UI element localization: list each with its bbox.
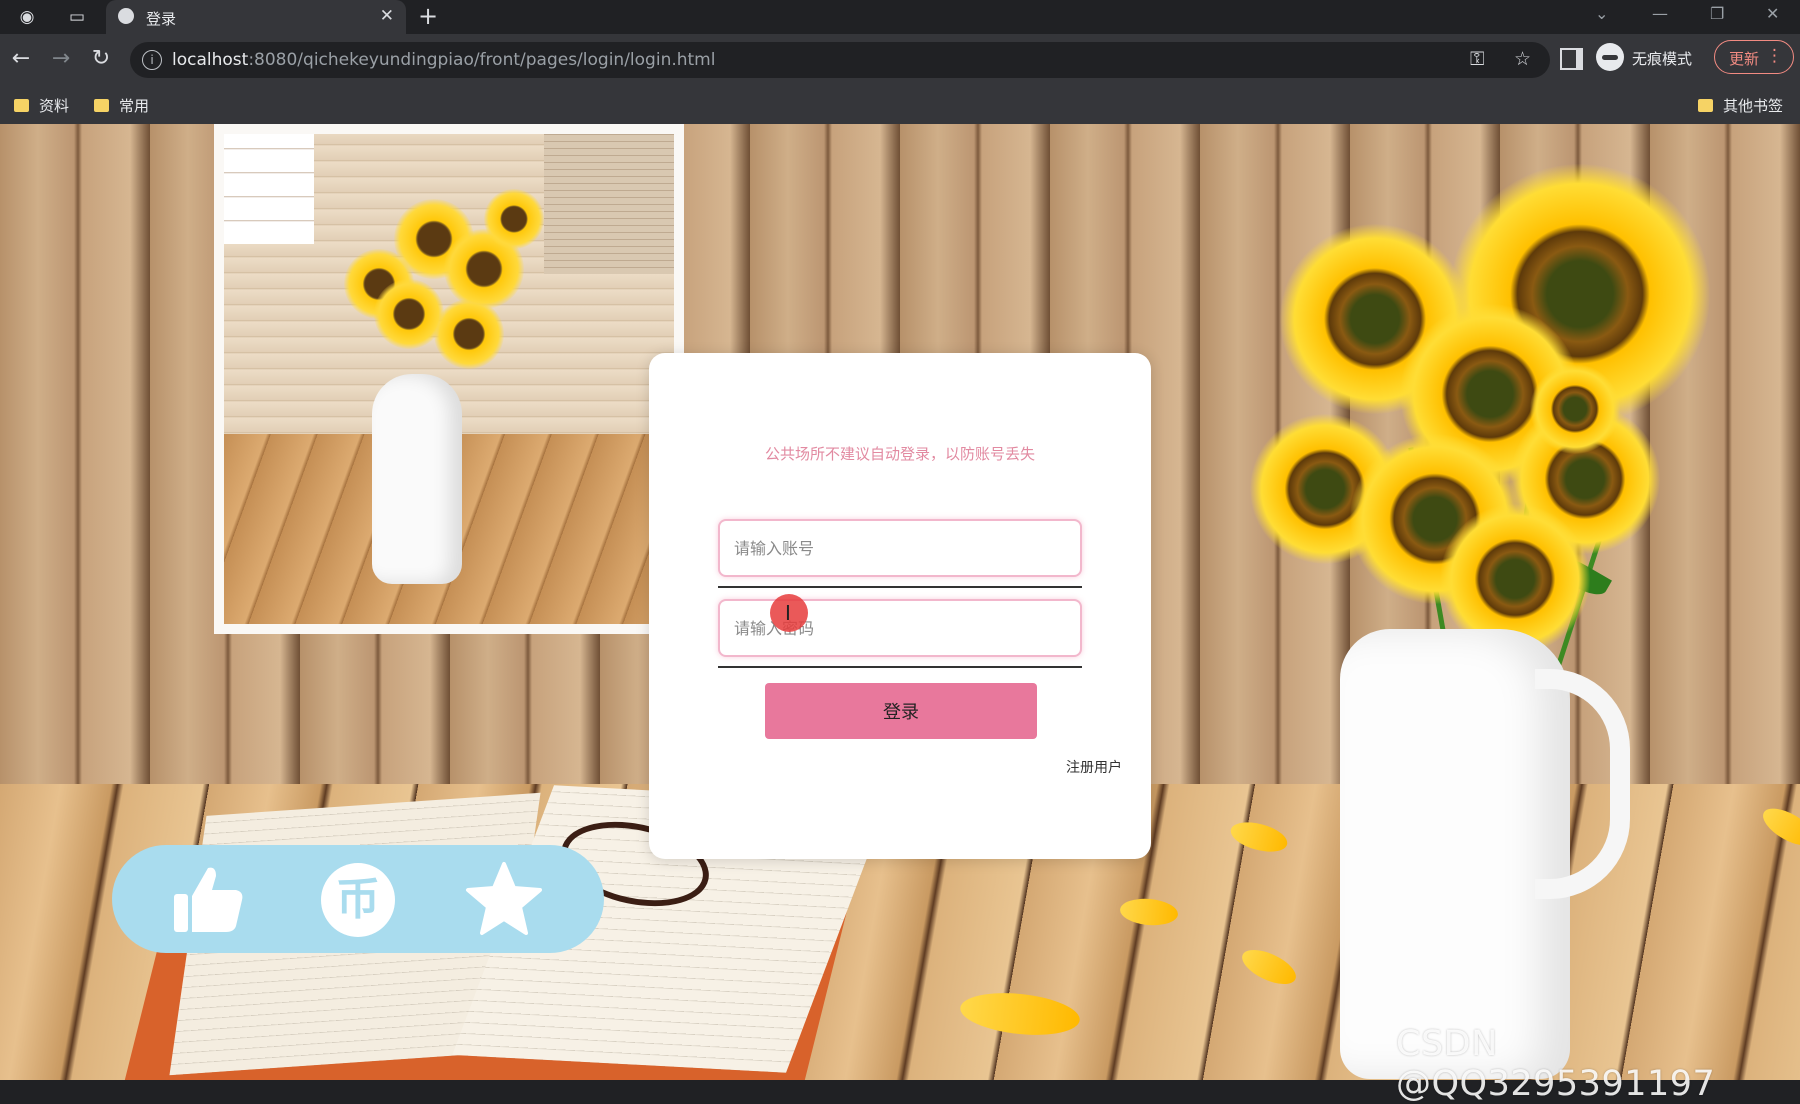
- bookmark-folder-docs[interactable]: 资料: [14, 95, 69, 116]
- new-tab-button[interactable]: +: [418, 2, 438, 30]
- bookmark-folder-common[interactable]: 常用: [94, 95, 149, 116]
- browser-toolbar: ← → ↻ i localhost:8080/qichekeyundingpia…: [0, 34, 1800, 86]
- bookmarks-bar: 资料 常用 其他书签: [0, 86, 1800, 124]
- folder-icon: [94, 99, 109, 112]
- side-panel-icon[interactable]: [1560, 48, 1583, 70]
- more-menu-icon[interactable]: ⋮: [1766, 46, 1783, 66]
- browser-profile-icon[interactable]: ◉: [14, 4, 40, 30]
- username-field[interactable]: [718, 519, 1082, 577]
- tab-title: 登录: [146, 10, 177, 28]
- key-icon[interactable]: ⚿: [1470, 48, 1484, 70]
- password-underline: [718, 666, 1082, 668]
- tab-search-icon[interactable]: ▭: [64, 4, 90, 30]
- update-label: 更新: [1729, 50, 1760, 68]
- coin-icon[interactable]: 币: [318, 863, 398, 937]
- thumbs-up-icon[interactable]: [168, 865, 248, 935]
- text-cursor-icon: I: [785, 601, 791, 625]
- white-pitcher: [1320, 629, 1640, 1079]
- minimize-icon[interactable]: —: [1652, 4, 1668, 23]
- address-bar[interactable]: i localhost:8080/qichekeyundingpiao/fron…: [130, 42, 1550, 78]
- folder-icon: [14, 99, 29, 112]
- tab-strip: ◉ ▭ 登录 ✕ + ⌄ — ❐ ✕: [0, 0, 1800, 34]
- csdn-watermark: CSDN @QQ3295391197: [1396, 1024, 1716, 1104]
- login-button[interactable]: 登录: [765, 683, 1037, 739]
- wall-picture-sunflowers: [214, 124, 684, 634]
- incognito-label[interactable]: 无痕模式: [1632, 48, 1692, 69]
- tab-dropdown-icon[interactable]: ⌄: [1595, 4, 1608, 23]
- restore-icon[interactable]: ❐: [1710, 4, 1724, 23]
- update-button[interactable]: 更新 ⋮: [1714, 40, 1794, 74]
- forward-button[interactable]: →: [46, 44, 76, 74]
- username-input[interactable]: [720, 521, 1080, 575]
- reload-button[interactable]: ↻: [86, 44, 116, 74]
- username-underline: [718, 586, 1082, 588]
- site-info-icon[interactable]: i: [142, 50, 162, 70]
- login-card: 公共场所不建议自动登录，以防账号丢失 登录 注册用户: [649, 353, 1151, 859]
- star-icon[interactable]: [464, 862, 544, 935]
- auto-login-warning: 公共场所不建议自动登录，以防账号丢失: [764, 445, 1035, 463]
- close-window-icon[interactable]: ✕: [1766, 4, 1779, 23]
- register-link[interactable]: 注册用户: [1066, 757, 1122, 777]
- folder-icon: [1698, 99, 1713, 112]
- close-tab-icon[interactable]: ✕: [380, 6, 394, 26]
- other-bookmarks[interactable]: 其他书签: [1698, 95, 1783, 116]
- browser-tab-login[interactable]: 登录 ✕: [106, 0, 406, 34]
- incognito-icon[interactable]: [1596, 43, 1624, 71]
- bookmark-star-icon[interactable]: ☆: [1514, 48, 1531, 70]
- like-coin-favorite-bar: 币: [112, 845, 604, 953]
- url-text[interactable]: localhost:8080/qichekeyundingpiao/front/…: [172, 50, 715, 70]
- sunflower-bouquet: [1250, 164, 1710, 685]
- back-button[interactable]: ←: [6, 44, 36, 74]
- globe-icon: [118, 8, 134, 24]
